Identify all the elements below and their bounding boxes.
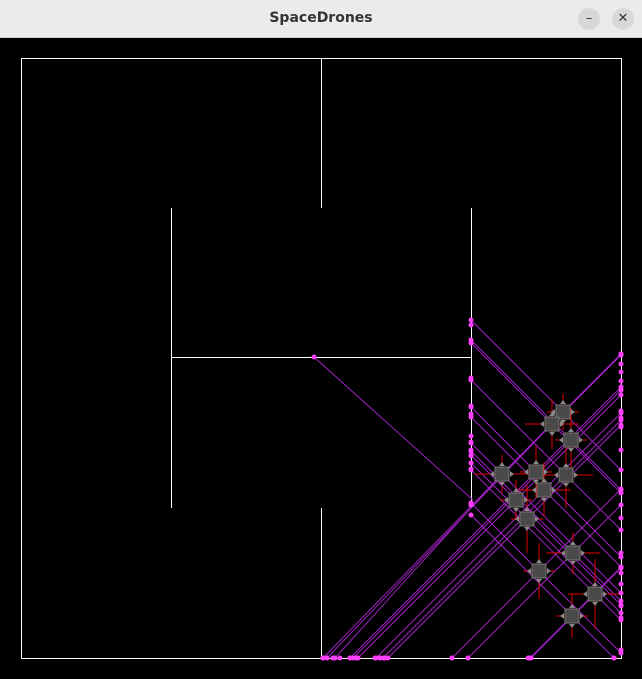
ray-hit (337, 655, 343, 661)
window-title: SpaceDrones (269, 10, 373, 26)
ray-hit (618, 647, 624, 653)
ray-hit (618, 610, 624, 616)
ray-hit (618, 424, 624, 430)
ray-hit (618, 378, 624, 384)
ray-hit (372, 655, 378, 661)
ray-hit (618, 467, 624, 473)
ray-hit (618, 590, 624, 596)
ray-hit (468, 502, 474, 508)
ray-hit (468, 403, 474, 409)
ray-hit (618, 487, 624, 493)
ray-hit (311, 354, 317, 360)
ray-hit (320, 655, 326, 661)
ray-hit (618, 502, 624, 508)
ray-hit (468, 411, 474, 417)
ray-hit (618, 564, 624, 570)
app-window: SpaceDrones – ✕ (0, 0, 642, 679)
ray-hit (618, 527, 624, 533)
ray-hit (330, 655, 336, 661)
ray-hit (465, 655, 471, 661)
drone-body (508, 492, 524, 508)
ray-hit (347, 655, 353, 661)
ray-hit (618, 570, 624, 576)
ray-hit (468, 439, 474, 445)
close-icon: ✕ (617, 11, 629, 26)
ray-hit (618, 351, 624, 357)
drone-body (563, 432, 579, 448)
drone-body (544, 416, 560, 432)
ray-hit (618, 408, 624, 414)
ray-hit (468, 460, 474, 466)
ray-hit (618, 550, 624, 556)
drone-body (519, 511, 535, 527)
ray-hit (618, 615, 624, 621)
ray-hit (618, 515, 624, 521)
ray-hit (377, 655, 383, 661)
simulation-canvas (0, 38, 642, 679)
ray-hit (468, 466, 474, 472)
ray-hit (618, 384, 624, 390)
ray-hit (618, 392, 624, 398)
ray-hit (382, 655, 388, 661)
ray-hit (468, 453, 474, 459)
ray-hit (468, 322, 474, 328)
drone-body (564, 608, 580, 624)
drone-body (536, 482, 552, 498)
ray-hit (468, 447, 474, 453)
drone-body (558, 467, 574, 483)
minimize-icon: – (585, 11, 593, 26)
title-bar: SpaceDrones – ✕ (0, 0, 642, 38)
ray-hit (618, 415, 624, 421)
ray-hit (468, 337, 474, 343)
ray-hit (618, 598, 624, 604)
ray-hit (468, 433, 474, 439)
ray-hit (611, 655, 617, 661)
drone-body (587, 586, 603, 602)
ray-hit (468, 317, 474, 323)
minimize-button[interactable]: – (578, 8, 600, 30)
ray-hit (468, 512, 474, 518)
ray-hit (618, 581, 624, 587)
ray-hit (449, 655, 455, 661)
ray-hit (525, 655, 531, 661)
drone-body (565, 545, 581, 561)
drone-body (531, 563, 547, 579)
drone-body (528, 464, 544, 480)
ray-hit (618, 361, 624, 367)
ray-hit (618, 603, 624, 609)
ray-hit (353, 655, 359, 661)
ray-hit (618, 369, 624, 375)
close-button[interactable]: ✕ (612, 8, 634, 30)
ray-hit (468, 375, 474, 381)
ray-hit (618, 447, 624, 453)
drone-body (494, 466, 510, 482)
